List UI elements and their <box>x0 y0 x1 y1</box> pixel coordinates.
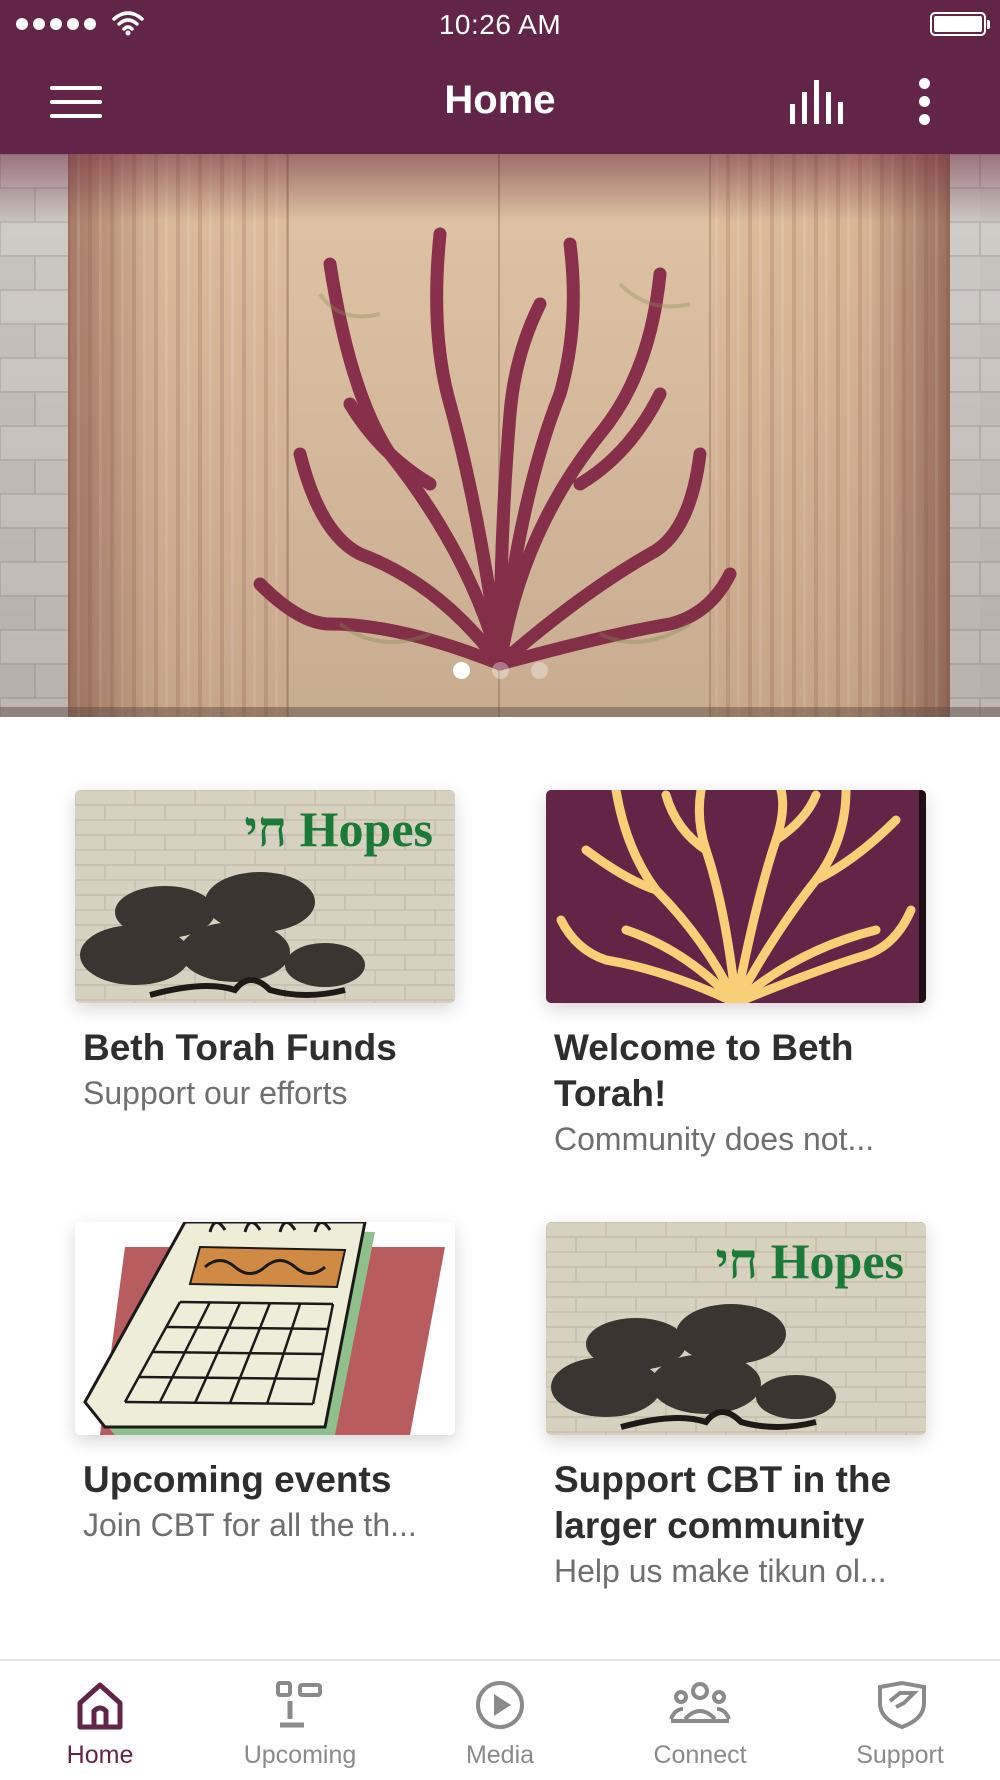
tab-connect[interactable]: Connect <box>600 1661 800 1780</box>
card-title: Beth Torah Funds <box>83 1027 397 1068</box>
tab-label: Home <box>66 1741 134 1769</box>
tab-label: Support <box>856 1741 944 1769</box>
battery-icon <box>930 12 990 36</box>
card-support-cbt[interactable]: חי Hopes Support CBT in the larger commu… <box>546 1222 926 1591</box>
card-image <box>546 790 926 1003</box>
people-icon <box>669 1682 731 1723</box>
card-upcoming-events[interactable]: Upcoming events Join CBT for all the th.… <box>75 1222 455 1545</box>
app-header: Home <box>0 48 1000 154</box>
carousel-dot-1[interactable] <box>452 662 470 679</box>
status-bar: 10:26 AM <box>0 0 1000 48</box>
card-image-text: חי Hopes <box>244 801 433 857</box>
card-image <box>75 1222 455 1435</box>
hero-carousel[interactable] <box>0 154 1000 717</box>
hero-image <box>0 154 1000 717</box>
more-vertical-icon[interactable] <box>900 72 950 132</box>
bottom-tab-bar: Home Upcoming Media Connect Support <box>0 1659 1000 1778</box>
home-icon <box>77 1682 123 1730</box>
play-circle-icon <box>476 1681 524 1729</box>
card-image: חי Hopes <box>75 790 455 1003</box>
card-subtitle: Join CBT for all the th... <box>83 1507 417 1543</box>
card-image-text: חי Hopes <box>715 1233 904 1289</box>
card-subtitle: Help us make tikun ol... <box>554 1553 887 1589</box>
tab-label: Media <box>465 1741 535 1769</box>
tab-label: Connect <box>653 1741 747 1769</box>
card-beth-torah-funds[interactable]: חי Hopes Beth Torah Funds Support our ef… <box>75 790 455 1113</box>
card-title: Support CBT in the larger community <box>554 1459 892 1546</box>
tab-label: Upcoming <box>243 1741 357 1769</box>
carousel-dot-2[interactable] <box>491 662 509 679</box>
upcoming-icon <box>276 1681 322 1728</box>
tab-support[interactable]: Support <box>800 1661 1000 1780</box>
card-title: Upcoming events <box>83 1459 392 1500</box>
card-image: חי Hopes <box>546 1222 926 1435</box>
equalizer-icon[interactable] <box>778 74 858 130</box>
card-welcome[interactable]: Welcome to Beth Torah! Community does no… <box>546 790 926 1159</box>
card-title: Welcome to Beth Torah! <box>554 1027 854 1114</box>
tab-upcoming[interactable]: Upcoming <box>200 1661 400 1780</box>
card-subtitle: Support our efforts <box>83 1075 348 1111</box>
carousel-indicator <box>0 662 1000 679</box>
card-subtitle: Community does not... <box>554 1121 875 1157</box>
status-time: 10:26 AM <box>438 9 562 40</box>
carousel-dot-3[interactable] <box>530 662 548 679</box>
tab-media[interactable]: Media <box>400 1661 600 1780</box>
tab-home[interactable]: Home <box>0 1661 200 1780</box>
shield-heart-icon <box>878 1680 926 1730</box>
